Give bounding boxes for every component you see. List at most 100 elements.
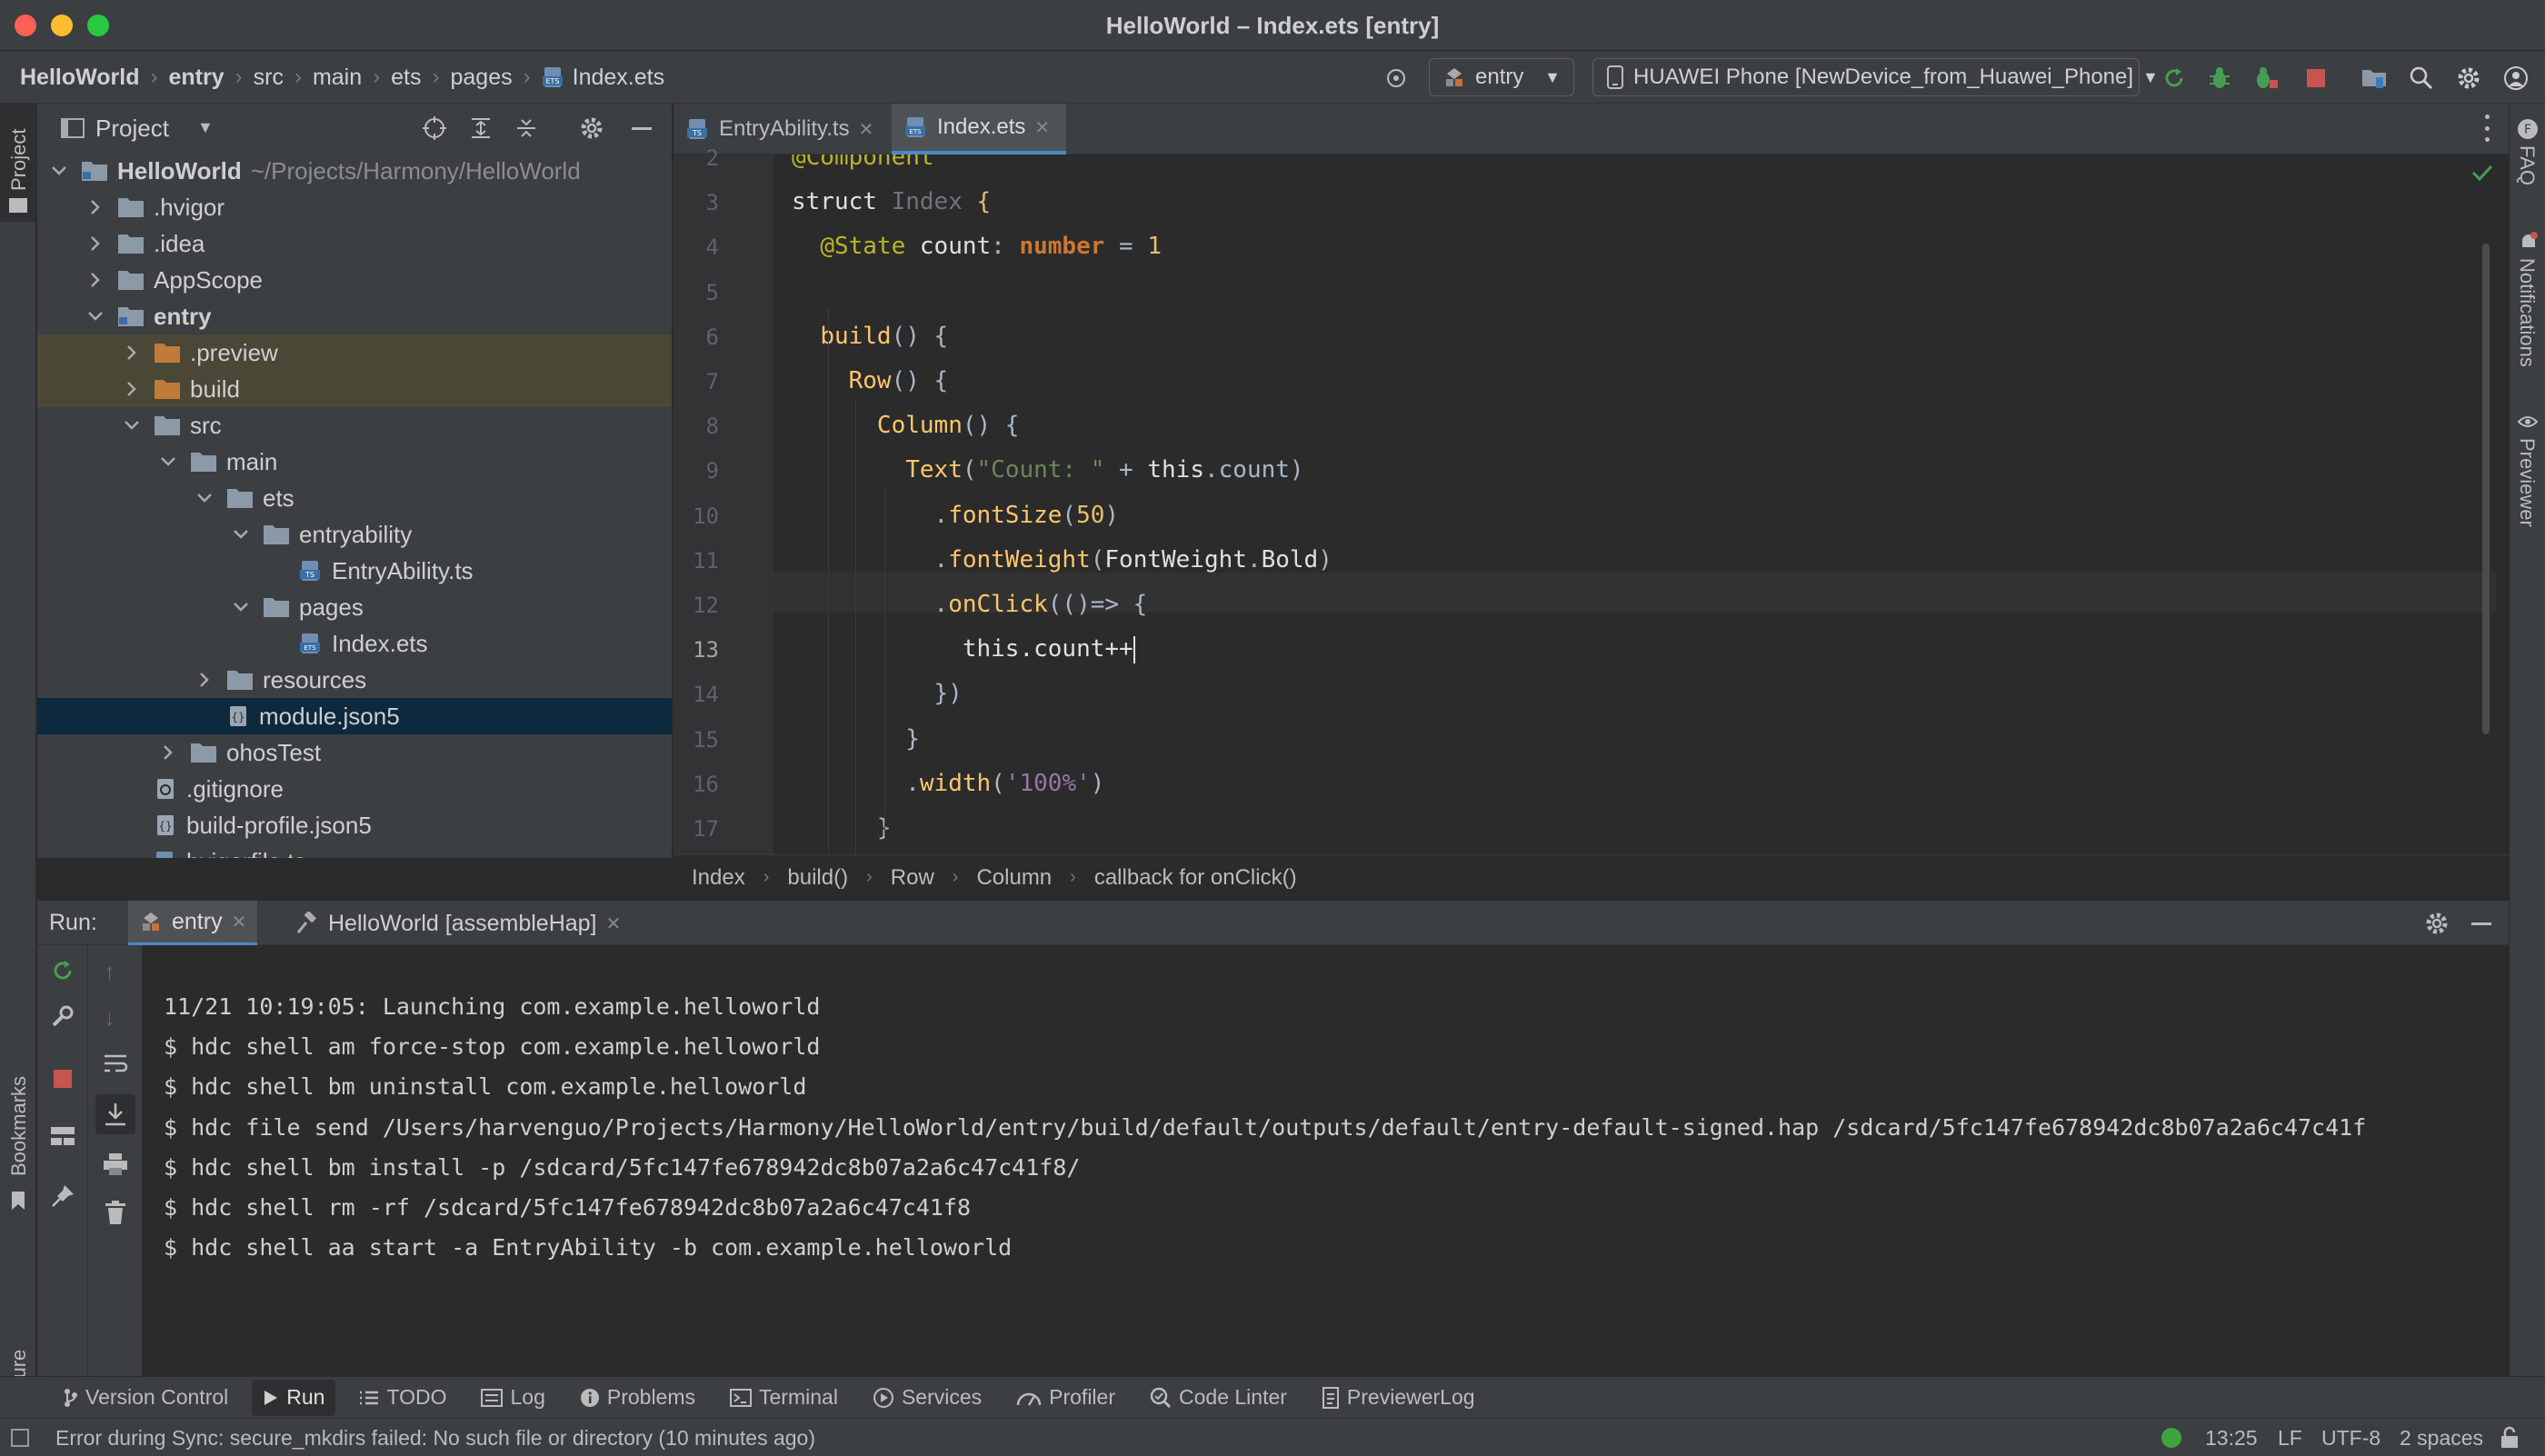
tool-window-version-control[interactable]: Version Control	[53, 1380, 239, 1416]
chevron-down-icon[interactable]	[232, 598, 250, 616]
structure-breadcrumb-item[interactable]: Column	[976, 865, 1052, 891]
rerun-icon[interactable]	[2158, 62, 2191, 95]
tool-window-code-linter[interactable]: Code Linter	[1139, 1380, 1298, 1416]
close-tab-icon[interactable]: ✕	[232, 911, 247, 933]
line-ending[interactable]: LF	[2278, 1426, 2302, 1451]
tool-window-run[interactable]: Run	[252, 1379, 336, 1416]
chevron-right-icon[interactable]	[123, 344, 141, 362]
attach-debugger-icon[interactable]	[2249, 62, 2281, 95]
tree-item[interactable]: build	[37, 371, 672, 407]
settings-gear-icon[interactable]	[2452, 62, 2485, 95]
tree-item[interactable]: ohosTest	[37, 734, 672, 771]
code-line[interactable]: @Component	[792, 155, 934, 171]
tool-window-todo[interactable]: TODO	[348, 1380, 457, 1416]
breadcrumb-item[interactable]: Index.ets	[573, 65, 664, 91]
target-icon[interactable]	[1380, 62, 1412, 95]
chevron-right-icon[interactable]	[86, 271, 105, 289]
close-tab-icon[interactable]: ✕	[606, 912, 622, 935]
code-line[interactable]: this.count++	[792, 635, 1135, 663]
tool-window-services[interactable]: Services	[862, 1380, 993, 1416]
code-line[interactable]: Column() {	[792, 412, 1020, 439]
tool-window-problems[interactable]: Problems	[569, 1380, 706, 1416]
locate-file-icon[interactable]	[422, 115, 447, 141]
layout-icon[interactable]	[50, 1125, 75, 1147]
breadcrumb-item[interactable]: pages	[451, 65, 513, 91]
soft-wrap-icon[interactable]	[103, 1052, 128, 1074]
tree-item[interactable]: pages	[37, 589, 672, 625]
previewer-stripe-button[interactable]: Previewer	[2510, 404, 2545, 549]
code-line[interactable]: @State count: number = 1	[792, 233, 1162, 260]
tree-item[interactable]: .gitignore	[37, 771, 672, 807]
tree-item[interactable]: ets	[37, 480, 672, 516]
status-message[interactable]: Error during Sync: secure_mkdirs failed:…	[55, 1426, 815, 1451]
code-line[interactable]: Text("Count: " + this.count)	[792, 456, 1303, 484]
tool-window-terminal[interactable]: Terminal	[719, 1380, 849, 1416]
code-line[interactable]: .fontSize(50)	[792, 502, 1120, 529]
tree-item[interactable]: src	[37, 407, 672, 444]
tree-item[interactable]: .idea	[37, 225, 672, 262]
tree-item[interactable]: .preview	[37, 334, 672, 371]
scroll-to-end-button[interactable]	[95, 1094, 135, 1134]
tab-index[interactable]: ETS Index.ets ✕	[892, 104, 1066, 155]
structure-breadcrumb-item[interactable]: Index	[692, 865, 745, 891]
search-icon[interactable]	[2405, 62, 2438, 95]
chevron-down-icon[interactable]	[159, 453, 177, 471]
tree-item[interactable]: {} module.json5	[37, 698, 672, 734]
structure-stripe-button[interactable]: Structure	[0, 1240, 36, 1451]
bookmarks-stripe-button[interactable]: Bookmarks	[0, 1067, 36, 1222]
code-line[interactable]: .fontWeight(FontWeight.Bold)	[792, 546, 1332, 573]
code-line[interactable]: .width('100%')	[792, 770, 1104, 797]
account-icon[interactable]	[2500, 62, 2532, 95]
code-line[interactable]: Row() {	[792, 367, 949, 394]
caret-down-icon[interactable]: ▼	[197, 118, 214, 137]
code-line[interactable]: }	[792, 814, 892, 842]
structure-breadcrumb-item[interactable]: callback for onClick()	[1094, 865, 1297, 891]
project-stripe-button[interactable]: Project	[0, 104, 36, 222]
minimize-panel-icon[interactable]	[632, 127, 652, 130]
rerun-icon[interactable]	[50, 958, 75, 983]
tree-item[interactable]: resources	[37, 662, 672, 698]
file-encoding[interactable]: UTF-8	[2321, 1426, 2380, 1451]
close-tab-icon[interactable]: ✕	[859, 118, 874, 141]
notifications-stripe-button[interactable]: Notifications	[2510, 222, 2545, 385]
run-config-dropdown[interactable]: entry ▼	[1429, 58, 1574, 96]
tool-window-previewerlog[interactable]: PreviewerLog	[1311, 1380, 1486, 1416]
run-tab-entry[interactable]: entry ✕	[128, 901, 258, 946]
tree-item[interactable]: AppScope	[37, 262, 672, 298]
breadcrumb-item[interactable]: src	[254, 65, 284, 91]
chevron-down-icon[interactable]	[86, 307, 105, 325]
indent-setting[interactable]: 2 spaces	[2400, 1426, 2483, 1451]
tree-item[interactable]: TS hvigorfile.ts	[37, 843, 672, 858]
breadcrumb-item[interactable]: main	[313, 65, 362, 91]
chevron-down-icon[interactable]	[232, 525, 250, 544]
tool-window-profiler[interactable]: Profiler	[1005, 1380, 1126, 1416]
debug-bug-icon[interactable]	[2203, 62, 2236, 95]
stop-icon[interactable]	[53, 1069, 73, 1089]
chevron-right-icon[interactable]	[159, 743, 177, 762]
wrench-icon[interactable]	[50, 1003, 75, 1029]
expand-all-icon[interactable]	[468, 115, 494, 141]
arrow-down-icon[interactable]: ↓	[104, 1003, 115, 1032]
gear-icon[interactable]	[2424, 911, 2450, 936]
project-panel-title[interactable]: Project	[95, 115, 169, 143]
code-editor[interactable]: @Component struct Index { @State count: n…	[773, 155, 2496, 854]
tree-item[interactable]: entry	[37, 298, 672, 334]
close-tab-icon[interactable]: ✕	[1034, 116, 1050, 139]
chevron-right-icon[interactable]	[86, 234, 105, 253]
more-options-icon[interactable]	[2478, 115, 2496, 142]
chevron-right-icon[interactable]	[123, 380, 141, 398]
tree-item[interactable]: .hvigor	[37, 189, 672, 225]
minimize-panel-icon[interactable]	[2471, 922, 2491, 925]
code-line[interactable]: struct Index {	[792, 188, 991, 215]
code-line[interactable]: })	[792, 680, 963, 707]
breadcrumb-item[interactable]: ets	[391, 65, 421, 91]
status-ok-dot-icon[interactable]	[2161, 1428, 2181, 1448]
tree-item[interactable]: ETS Index.ets	[37, 625, 672, 662]
chevron-right-icon[interactable]	[86, 198, 105, 216]
trash-icon[interactable]	[105, 1200, 126, 1225]
structure-breadcrumb-item[interactable]: Row	[891, 865, 934, 891]
faq-stripe-button[interactable]: F FAQ	[2510, 104, 2545, 204]
toggle-tool-windows-icon[interactable]	[11, 1429, 29, 1447]
code-line[interactable]: build() {	[792, 323, 948, 350]
breadcrumb-item[interactable]: entry	[168, 65, 224, 91]
